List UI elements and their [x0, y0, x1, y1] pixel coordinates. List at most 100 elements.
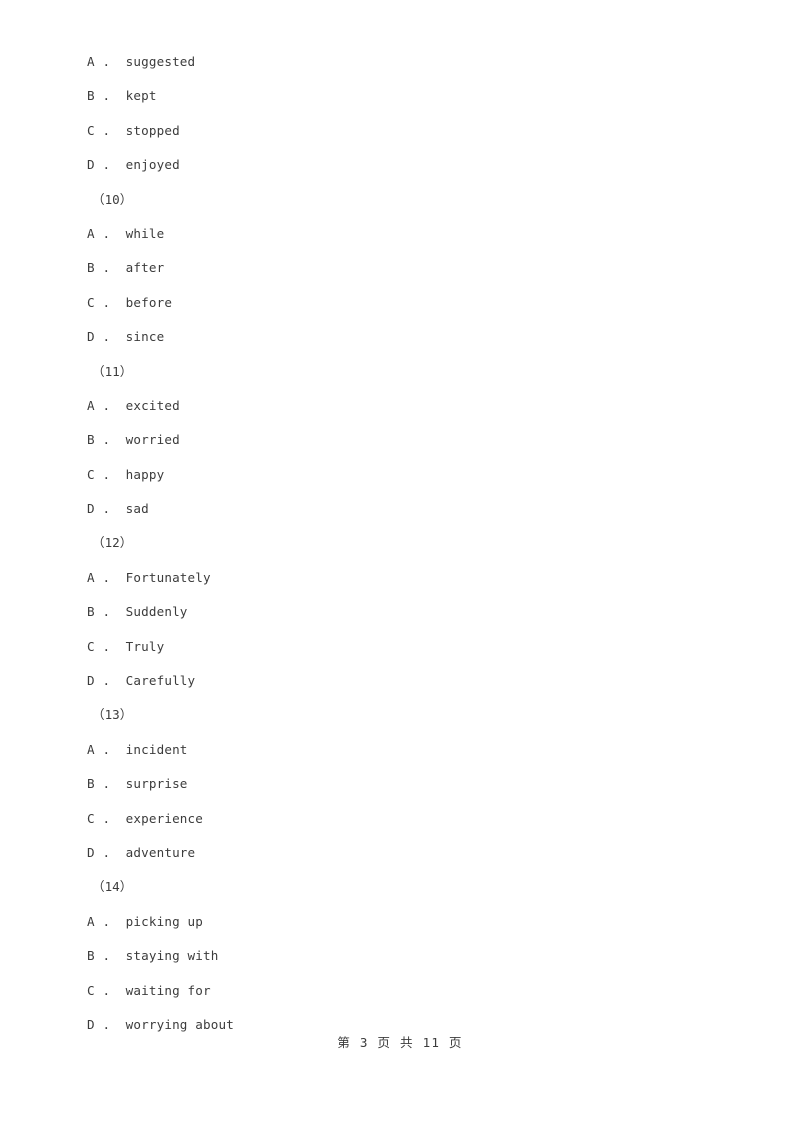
option-letter: B [87, 776, 95, 792]
option-letter: C [87, 638, 95, 654]
option-line[interactable]: B . after [87, 251, 707, 285]
option-line[interactable]: D . Carefully [87, 664, 707, 698]
option-text: since [125, 329, 165, 345]
option-text: sad [125, 501, 149, 517]
option-separator: . [94, 501, 126, 517]
option-letter: C [87, 810, 95, 826]
option-letter: D [87, 673, 95, 689]
option-line[interactable]: A . Fortunately [87, 561, 707, 595]
option-text: enjoyed [125, 157, 180, 173]
question-group: （11） A . excited B . worried C . happy D . s… [87, 355, 707, 527]
option-separator: . [94, 844, 126, 860]
option-separator: . [94, 913, 126, 929]
option-text: Suddenly [125, 604, 188, 620]
option-letter: A [87, 913, 95, 929]
question-number-label: （14） [92, 879, 133, 895]
question-number-label: （10） [92, 191, 133, 207]
option-text: after [125, 260, 165, 276]
option-text: suggested [125, 54, 196, 69]
option-line[interactable]: C . before [87, 286, 707, 320]
option-line[interactable]: B . kept [87, 79, 707, 113]
option-letter: B [87, 88, 95, 104]
option-letter: D [87, 844, 95, 860]
option-line[interactable]: A . excited [87, 389, 707, 423]
option-letter: A [87, 741, 95, 757]
option-text: worrying about [125, 1016, 234, 1032]
option-separator: . [94, 432, 126, 448]
option-separator: . [94, 88, 126, 104]
option-letter: A [87, 397, 95, 413]
option-letter: B [87, 432, 95, 448]
option-separator: . [94, 1016, 126, 1032]
option-line[interactable]: A . while [87, 217, 707, 251]
option-text: Carefully [125, 673, 196, 689]
question-group: A . suggested B . kept C . stopped D . enjo… [87, 45, 707, 183]
option-text: incident [125, 741, 188, 757]
option-line[interactable]: D . sad [87, 492, 707, 526]
option-letter: D [87, 329, 95, 345]
option-letter: B [87, 948, 95, 964]
option-letter: C [87, 466, 95, 482]
option-separator: . [94, 776, 126, 792]
option-text: surprise [125, 776, 188, 792]
option-line[interactable]: C . happy [87, 458, 707, 492]
option-line[interactable]: C . Truly [87, 630, 707, 664]
option-text: picking up [125, 913, 203, 929]
question-number-label: （11） [92, 363, 133, 379]
option-text: adventure [125, 844, 196, 860]
option-text: while [125, 225, 165, 241]
option-line[interactable]: D . adventure [87, 836, 707, 870]
option-line[interactable]: C . stopped [87, 114, 707, 148]
option-letter: A [87, 54, 95, 69]
option-letter: D [87, 157, 95, 173]
option-text: kept [125, 88, 157, 104]
option-line[interactable]: C . experience [87, 802, 707, 836]
option-separator: . [94, 260, 126, 276]
option-separator: . [94, 397, 126, 413]
question-number-label: （12） [92, 535, 133, 551]
option-letter: B [87, 604, 95, 620]
option-line[interactable]: B . Suddenly [87, 595, 707, 629]
option-separator: . [94, 225, 126, 241]
option-letter: C [87, 294, 95, 310]
question-number-label: （13） [92, 707, 133, 723]
option-line[interactable]: B . staying with [87, 939, 707, 973]
option-separator: . [94, 466, 126, 482]
option-text: excited [125, 397, 180, 413]
document-page: A . suggested B . kept C . stopped D . enjo… [0, 0, 800, 1132]
page-footer: 第 3 页 共 11 页 [337, 1035, 463, 1050]
option-separator: . [94, 948, 126, 964]
option-line[interactable]: A . suggested [87, 45, 707, 79]
option-line[interactable]: D . enjoyed [87, 148, 707, 182]
question-group: （12） A . Fortunately B . Suddenly C . Truly… [87, 526, 707, 698]
option-separator: . [94, 157, 126, 173]
option-line[interactable]: C . waiting for [87, 974, 707, 1008]
option-line[interactable]: D . since [87, 320, 707, 354]
option-line[interactable]: A . incident [87, 733, 707, 767]
question-options-content: A . suggested B . kept C . stopped D . enjo… [87, 45, 707, 1042]
option-separator: . [94, 604, 126, 620]
option-letter: A [87, 225, 95, 241]
option-separator: . [94, 569, 126, 585]
option-text: waiting for [125, 982, 211, 998]
option-text: Truly [125, 638, 165, 654]
option-line[interactable]: B . worried [87, 423, 707, 457]
option-letter: B [87, 260, 95, 276]
option-separator: . [94, 294, 126, 310]
option-text: staying with [125, 948, 219, 964]
option-text: Fortunately [125, 569, 211, 585]
option-text: before [125, 294, 173, 310]
option-letter: D [87, 1016, 95, 1032]
option-text: stopped [125, 122, 180, 138]
option-letter: C [87, 982, 95, 998]
option-separator: . [94, 122, 126, 138]
option-text: happy [125, 466, 165, 482]
option-line[interactable]: A . picking up [87, 905, 707, 939]
option-text: worried [125, 432, 180, 448]
question-group: （13） A . incident B . surprise C . experien… [87, 698, 707, 870]
option-letter: A [87, 569, 95, 585]
option-line[interactable]: B . surprise [87, 767, 707, 801]
option-separator: . [94, 673, 126, 689]
question-group: （14） A . picking up B . staying with C . wa… [87, 870, 707, 1042]
option-separator: . [94, 982, 126, 998]
